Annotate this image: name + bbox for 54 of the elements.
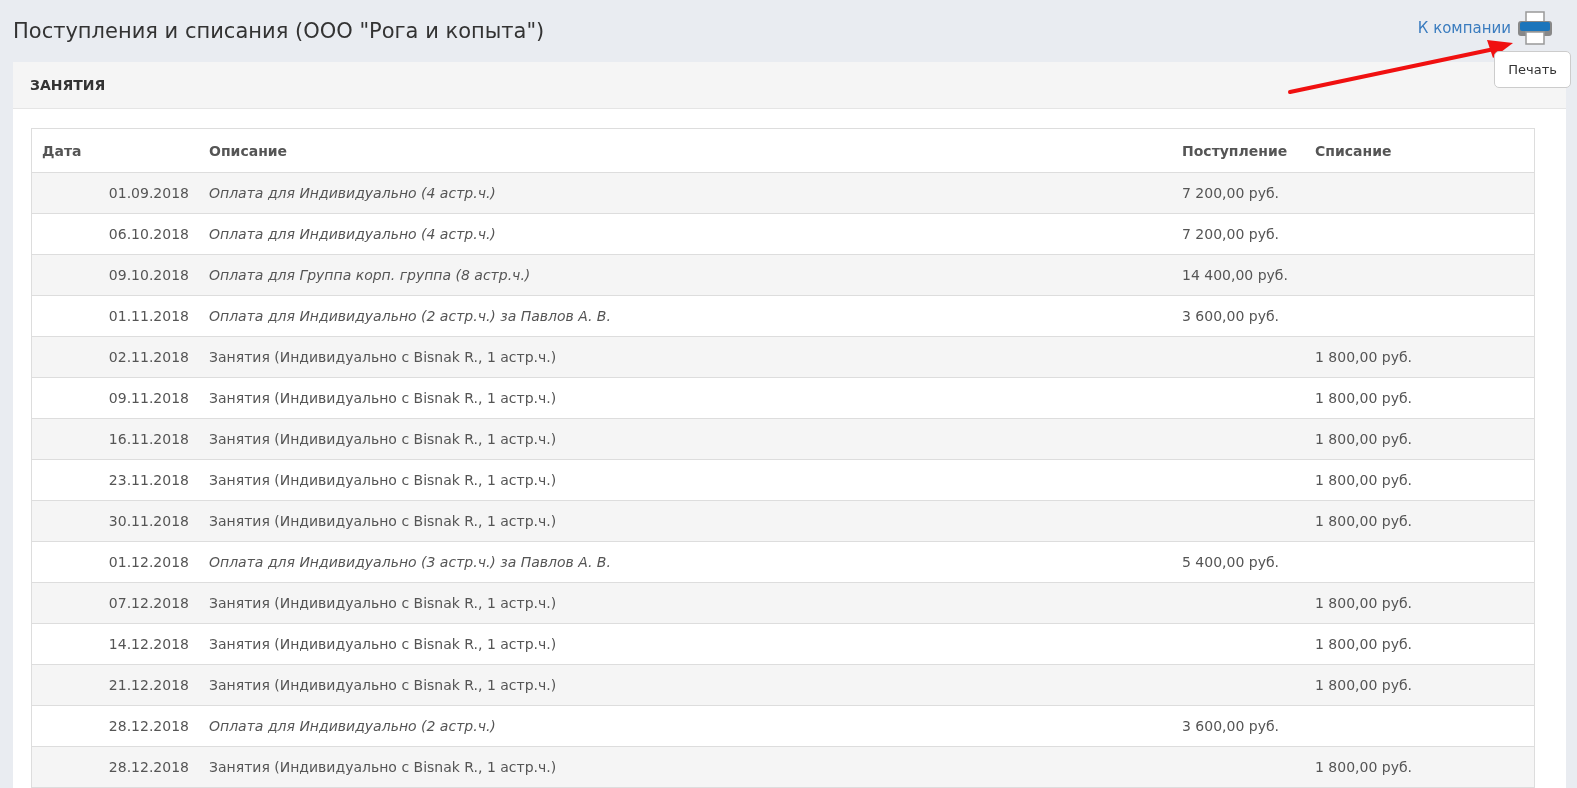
description-cell: Оплата для Индивидуально (3 астр.ч.) за Павлов А. В. [199,541,1172,583]
income-cell: 14 400,00 руб. [1182,267,1288,283]
date-cell: 01.09.2018 [31,172,199,214]
income-cell: 7 200,00 руб. [1182,226,1280,242]
expense-cell: 1 800,00 руб. [1315,390,1413,406]
expense-cell: 1 800,00 руб. [1315,513,1413,529]
date-cell: 21.12.2018 [31,664,199,706]
date-cell: 28.12.2018 [31,705,199,747]
column-header: Описание [199,128,1172,173]
date-cell: 07.12.2018 [31,582,199,624]
description-cell: Оплата для Группа корп. группа (8 астр.ч.) [199,254,1172,296]
income-cell: 7 200,00 руб. [1182,185,1280,201]
description-cell: Занятия (Индивидуально с Bisnak R., 1 астр.ч.) [199,500,1172,542]
print-tooltip: Печать [1494,51,1571,88]
expense-cell: 1 800,00 руб. [1315,349,1413,365]
date-cell: 28.12.2018 [31,746,199,788]
description-cell: Оплата для Индивидуально (4 астр.ч.) [199,172,1172,214]
page-title: Поступления и списания (ООО "Рога и копыта") [13,19,545,43]
description-cell: Оплата для Индивидуально (4 астр.ч.) [199,213,1172,255]
expense-cell: 1 800,00 руб. [1315,759,1413,775]
date-cell: 06.10.2018 [31,213,199,255]
income-cell: 3 600,00 руб. [1182,718,1280,734]
income-cell: 5 400,00 руб. [1182,554,1280,570]
date-cell: 23.11.2018 [31,459,199,501]
back-link[interactable]: К компании [1417,19,1511,37]
description-cell: Занятия (Индивидуально с Bisnak R., 1 астр.ч.) [199,623,1172,665]
column-header: Дата [31,128,199,173]
date-cell: 01.12.2018 [31,541,199,583]
description-cell: Занятия (Индивидуально с Bisnak R., 1 астр.ч.) [199,746,1172,788]
income-cell: 3 600,00 руб. [1182,308,1280,324]
description-cell: Занятия (Индивидуально с Bisnak R., 1 астр.ч.) [199,664,1172,706]
date-cell: 16.11.2018 [31,418,199,460]
description-cell: Занятия (Индивидуально с Bisnak R., 1 астр.ч.) [199,418,1172,460]
description-cell: Занятия (Индивидуально с Bisnak R., 1 астр.ч.) [199,459,1172,501]
date-cell: 02.11.2018 [31,336,199,378]
date-cell: 30.11.2018 [31,500,199,542]
description-cell: Оплата для Индивидуально (2 астр.ч.) [199,705,1172,747]
description-cell: Оплата для Индивидуально (2 астр.ч.) за Павлов А. В. [199,295,1172,337]
section-title: ЗАНЯТИЯ [30,77,106,93]
date-cell: 14.12.2018 [31,623,199,665]
description-cell: Занятия (Индивидуально с Bisnak R., 1 астр.ч.) [199,377,1172,419]
column-header: Поступление [1172,128,1305,173]
expense-cell: 1 800,00 руб. [1315,595,1413,611]
expense-cell: 1 800,00 руб. [1315,431,1413,447]
print-icon[interactable] [1517,11,1553,45]
date-cell: 01.11.2018 [31,295,199,337]
date-cell: 09.10.2018 [31,254,199,296]
expense-cell: 1 800,00 руб. [1315,472,1413,488]
date-cell: 09.11.2018 [31,377,199,419]
expense-cell: 1 800,00 руб. [1315,677,1413,693]
description-cell: Занятия (Индивидуально с Bisnak R., 1 астр.ч.) [199,336,1172,378]
expense-cell: 1 800,00 руб. [1315,636,1413,652]
column-header: Списание [1305,128,1535,173]
description-cell: Занятия (Индивидуально с Bisnak R., 1 астр.ч.) [199,582,1172,624]
